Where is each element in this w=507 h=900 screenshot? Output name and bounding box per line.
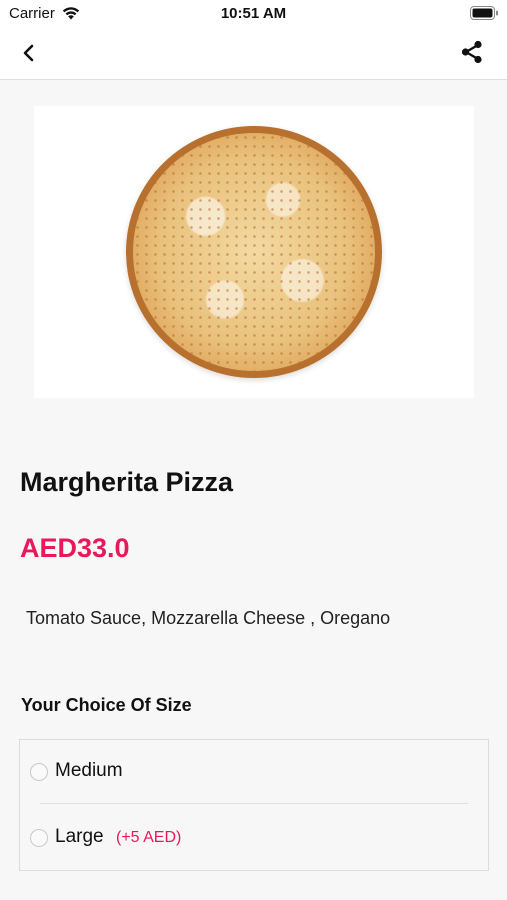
status-time: 10:51 AM xyxy=(220,5,287,22)
radio-button-medium[interactable] xyxy=(30,763,48,781)
product-description: Tomato Sauce, Mozzarella Cheese , Oregan… xyxy=(26,608,391,628)
size-option-large[interactable]: Large (+5 AED) xyxy=(20,806,488,868)
product-price: AED33.0 xyxy=(20,533,130,563)
product-title: Margherita Pizza xyxy=(20,467,234,497)
radio-button-large[interactable] xyxy=(30,829,48,847)
status-bar: Carrier 10:51 AM xyxy=(0,0,507,28)
size-option-extra-price: (+5 AED) xyxy=(116,829,182,846)
pizza-image xyxy=(126,126,382,378)
battery-icon xyxy=(470,6,499,26)
divider xyxy=(40,803,468,804)
share-icon xyxy=(459,39,485,70)
size-option-label: Medium xyxy=(55,760,123,781)
size-option-medium[interactable]: Medium xyxy=(20,740,488,802)
size-option-label: Large xyxy=(55,826,104,847)
share-button[interactable] xyxy=(456,38,488,70)
size-section-title: Your Choice Of Size xyxy=(21,695,192,715)
chevron-left-icon xyxy=(22,44,36,67)
navigation-bar xyxy=(0,28,507,80)
product-image xyxy=(34,106,474,398)
back-button[interactable] xyxy=(14,40,44,70)
size-options-list: Medium Large (+5 AED) xyxy=(19,739,489,871)
